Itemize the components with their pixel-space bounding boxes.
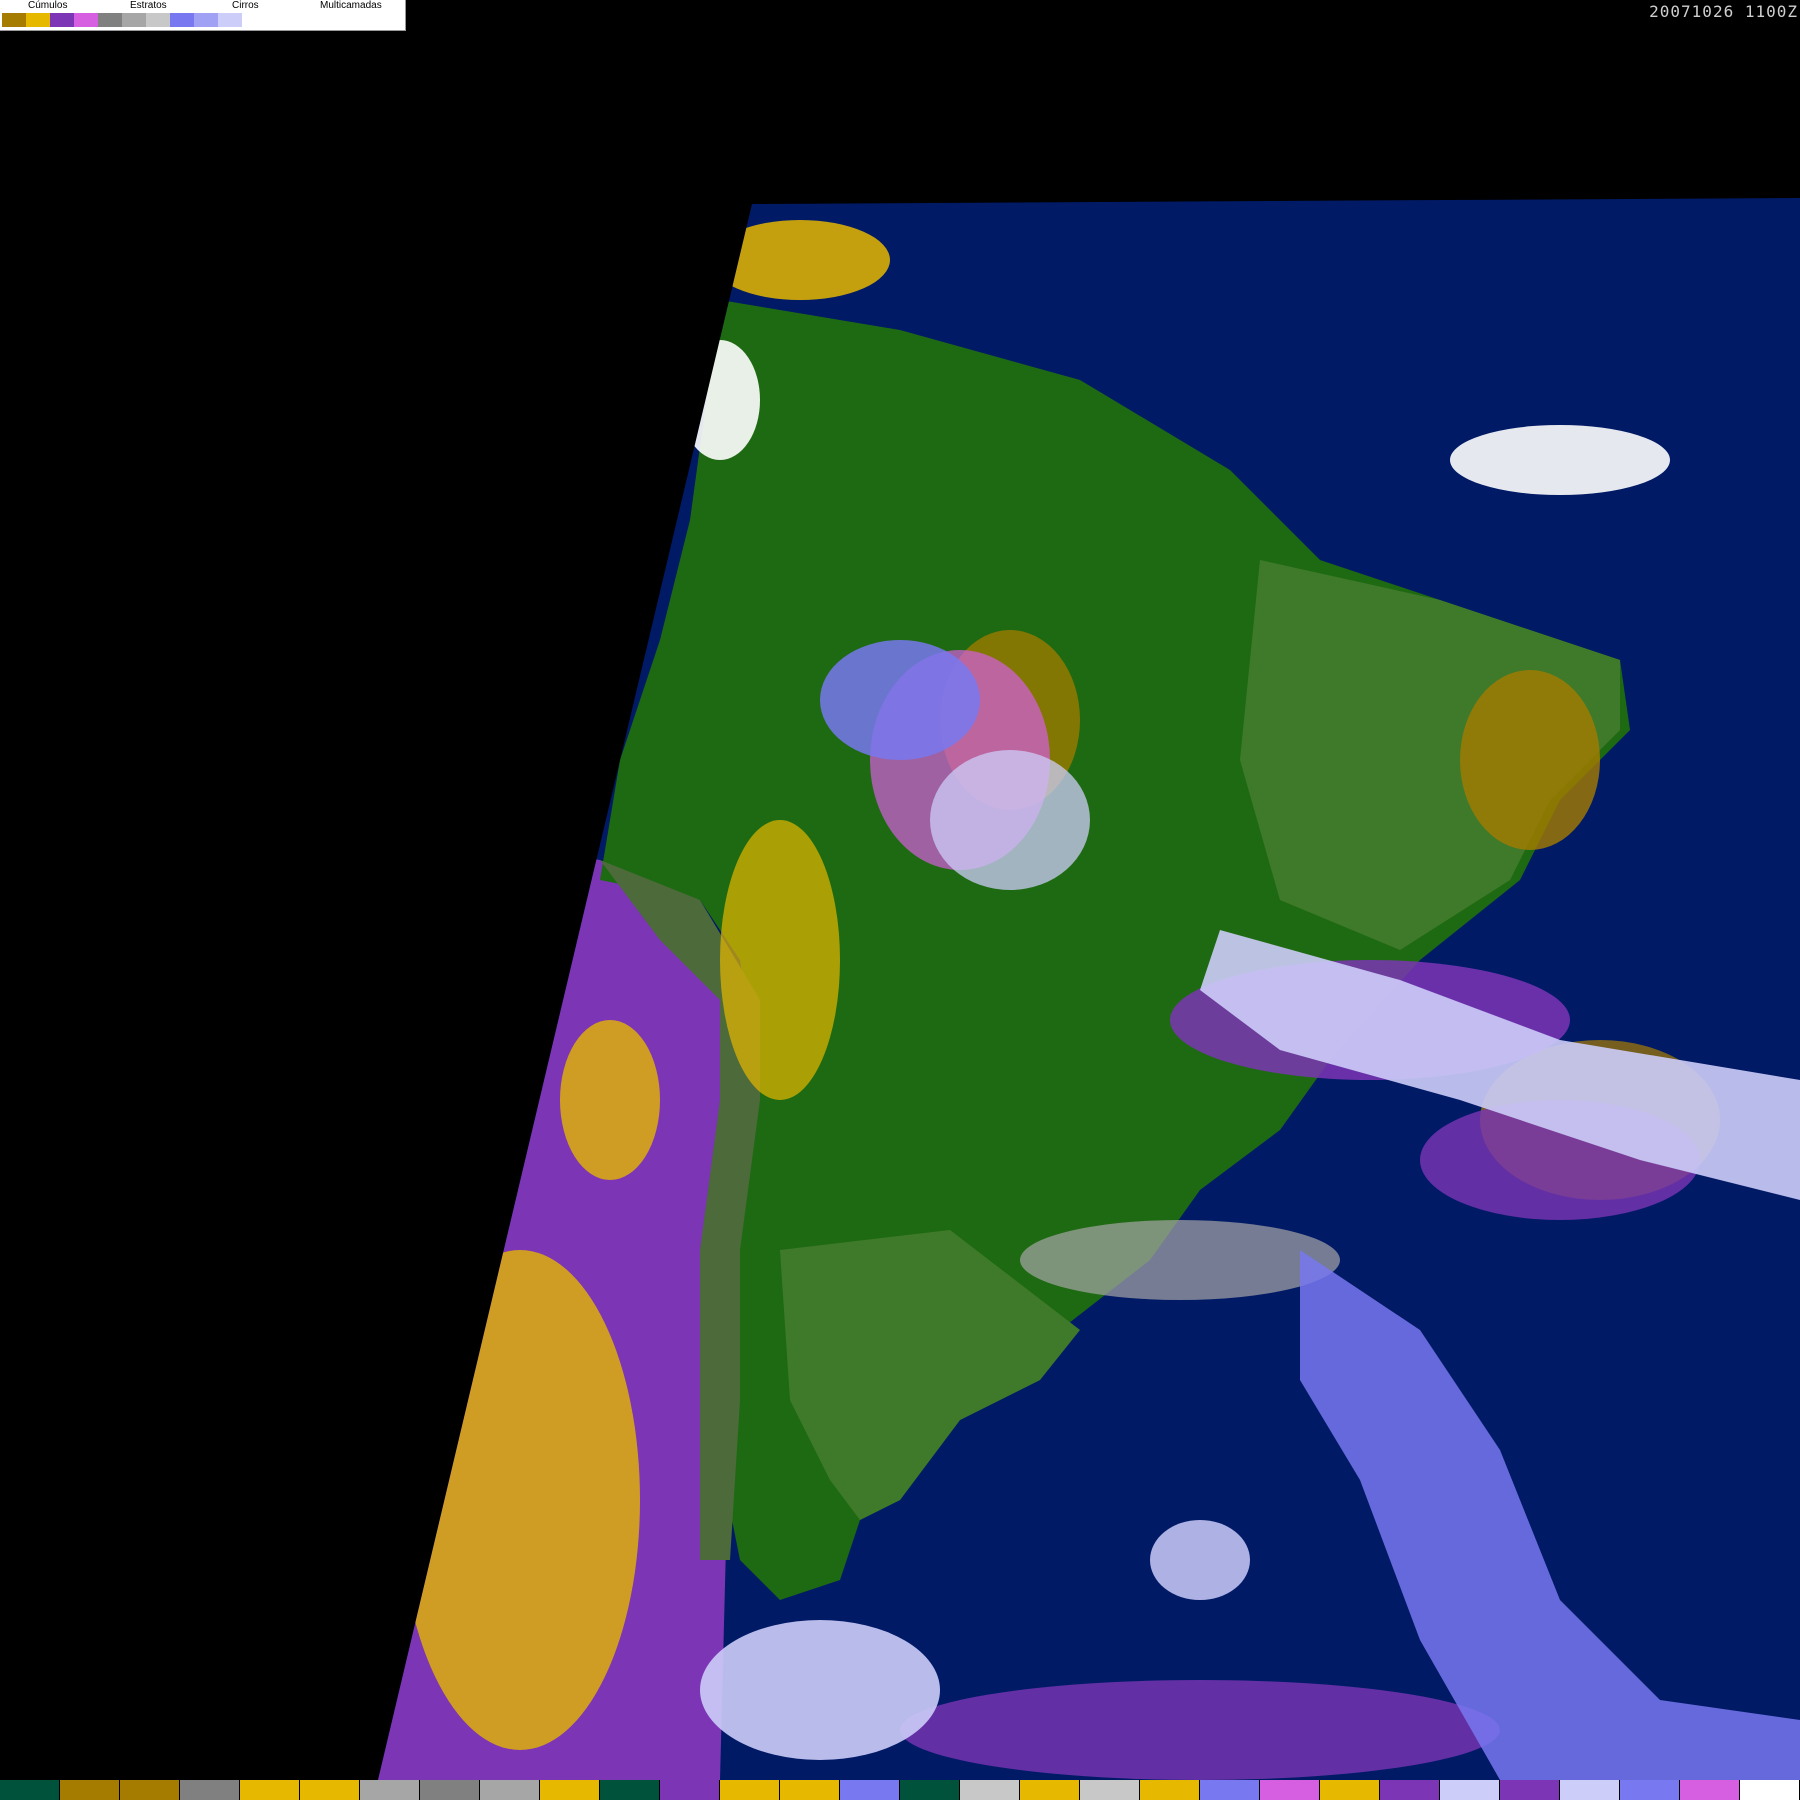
legend-swatch <box>50 13 74 27</box>
strip-cell <box>840 1780 900 1800</box>
strip-cell <box>0 1780 60 1800</box>
cumulus-cluster-pacific <box>400 1250 640 1750</box>
legend-label: Estratos <box>130 0 167 11</box>
satellite-view <box>378 198 1800 1780</box>
legend-label: Cúmulos <box>28 0 68 11</box>
strip-cell <box>1620 1780 1680 1800</box>
strip-cell <box>60 1780 120 1800</box>
legend-label: Cirros <box>232 0 259 11</box>
strip-cell <box>1260 1780 1320 1800</box>
strip-cell <box>900 1780 960 1800</box>
cloud-type-legend: Cúmulos Estratos Cirros Multicamadas <box>0 0 406 31</box>
strip-cell <box>1020 1780 1080 1800</box>
legend-swatch <box>242 13 266 27</box>
cumulus-cluster-andes <box>720 820 840 1100</box>
strip-cell <box>960 1780 1020 1800</box>
strip-cell <box>1320 1780 1380 1800</box>
strip-cell <box>720 1780 780 1800</box>
legend-swatch <box>170 13 194 27</box>
strip-cell <box>780 1780 840 1800</box>
strip-cell <box>480 1780 540 1800</box>
legend-swatch <box>194 13 218 27</box>
cumulus-cluster-north <box>710 220 890 300</box>
satellite-cloud-map <box>378 198 1800 1780</box>
strip-cell <box>1740 1780 1800 1800</box>
strip-cell <box>1380 1780 1440 1800</box>
cirrus-band-center <box>1020 1220 1340 1300</box>
image-timestamp: 20071026 1100Z <box>1649 2 1798 21</box>
strip-cell <box>540 1780 600 1800</box>
bottom-color-strip <box>0 1780 1800 1800</box>
strip-cell <box>180 1780 240 1800</box>
legend-swatch <box>98 13 122 27</box>
legend-swatches <box>2 13 266 27</box>
legend-swatch <box>218 13 242 27</box>
strip-cell <box>420 1780 480 1800</box>
multilayer-cloud-northwest <box>680 340 760 460</box>
multilayer-cloud-north-atlantic <box>1450 425 1670 495</box>
strip-cell <box>300 1780 360 1800</box>
strip-cell <box>1560 1780 1620 1800</box>
strip-cell <box>1200 1780 1260 1800</box>
strip-cell <box>1140 1780 1200 1800</box>
multilayer-cloud-island <box>1150 1520 1250 1600</box>
legend-swatch <box>74 13 98 27</box>
multilayer-cloud-central <box>930 750 1090 890</box>
strip-cell <box>1080 1780 1140 1800</box>
strip-cell <box>240 1780 300 1800</box>
strip-cell <box>1680 1780 1740 1800</box>
strip-cell <box>1440 1780 1500 1800</box>
legend-swatch <box>26 13 50 27</box>
multilayer-cloud-amazon <box>820 640 980 760</box>
stratus-patch-far-south <box>900 1680 1500 1780</box>
strip-cell <box>120 1780 180 1800</box>
cumulus-cluster-chile <box>560 1020 660 1180</box>
legend-swatch <box>2 13 26 27</box>
multilayer-cloud-patagonia <box>700 1620 940 1760</box>
legend-label: Multicamadas <box>320 0 382 11</box>
cumulus-cluster-northeast <box>1460 670 1600 850</box>
legend-swatch <box>146 13 170 27</box>
strip-cell <box>360 1780 420 1800</box>
strip-cell <box>1500 1780 1560 1800</box>
strip-cell <box>660 1780 720 1800</box>
strip-cell <box>600 1780 660 1800</box>
legend-swatch <box>122 13 146 27</box>
